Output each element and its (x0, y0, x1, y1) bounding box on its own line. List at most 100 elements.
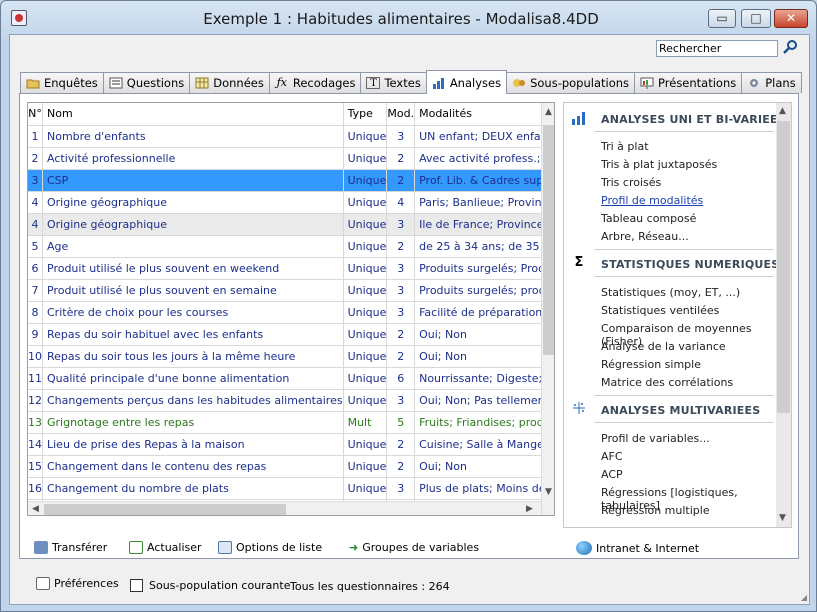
transfer-button[interactable]: Transférer (34, 541, 107, 554)
scroll-down-arrow[interactable]: ▼ (779, 513, 786, 523)
table-row[interactable]: 10 Repas du soir tous les jours à la même… (28, 345, 554, 368)
grid-horizontal-scrollbar[interactable]: ◀ ▶ (28, 501, 541, 515)
title-bar[interactable]: Exemple 1 : Habitudes alimentaires - Mod… (1, 1, 816, 35)
table-row[interactable]: 16 Changement du nombre de plats Unique 3 Pl… (28, 477, 554, 500)
column-header-type[interactable]: Type (343, 103, 388, 126)
analyse-variance-link[interactable]: Analyse de la variance (601, 340, 726, 353)
statistiques-ventilees-link[interactable]: Statistiques ventilées (601, 304, 719, 317)
row-mod: 5 (386, 411, 416, 434)
sidebar-scroll-thumb[interactable] (777, 121, 790, 413)
column-header-name[interactable]: Nom (42, 103, 344, 126)
sidebar-scrollbar[interactable]: ▲ ▼ (776, 103, 791, 527)
regression-multiple-link[interactable]: Régression multiple (601, 504, 710, 517)
close-button[interactable]: ✕ (774, 9, 808, 28)
tris-a-plat-juxtaposes-link[interactable]: Tris à plat juxtaposés (601, 158, 717, 171)
section-divider (594, 395, 774, 396)
row-type: Unique (343, 345, 388, 368)
row-modalites: Produits surgelés; Produ (414, 257, 554, 280)
tri-a-plat-link[interactable]: Tri à plat (601, 140, 649, 153)
questions-table: N° Nom Type Mod. Modalités 1 Nombre d'enf… (28, 103, 554, 515)
matrice-correlations-link[interactable]: Matrice des corrélations (601, 376, 733, 389)
column-header-modalites[interactable]: Modalités (414, 103, 554, 126)
scroll-up-arrow[interactable]: ▲ (779, 106, 786, 116)
text-icon: T (366, 77, 381, 89)
minimize-button[interactable]: ▭ (708, 9, 736, 28)
profil-de-variables-link[interactable]: Profil de variables... (601, 432, 710, 445)
scroll-right-arrow[interactable]: ▶ (526, 504, 533, 514)
table-row[interactable]: 9 Repas du soir habituel avec les enfants… (28, 323, 554, 346)
table-row[interactable]: 11 Qualité principale d'une bonne aliment… (28, 367, 554, 390)
scroll-up-arrow[interactable]: ▲ (545, 107, 552, 117)
table-row[interactable]: 1 Nombre d'enfants Unique 3 UN enfant; DEUX … (28, 125, 554, 148)
column-header-number[interactable]: N° (28, 103, 43, 126)
tab-recodages[interactable]: ƒx Recodages (268, 72, 362, 93)
table-row[interactable]: 12 Changements perçus dans les habitudes … (28, 389, 554, 412)
table-row[interactable]: 2 Activité professionnelle Unique 2 Avec act… (28, 147, 554, 170)
tab-sous-populations[interactable]: Sous-populations (506, 72, 636, 93)
row-modalites: Oui; Non; Pas tellement (414, 389, 554, 412)
afc-link[interactable]: AFC (601, 450, 623, 463)
table-row[interactable]: 15 Changement dans le contenu des repas Un… (28, 455, 554, 478)
grid-vertical-scroll-thumb[interactable] (543, 125, 554, 355)
table-row[interactable]: 4 Origine géographique Unique 3 Ile de Franc… (28, 213, 554, 236)
row-number: 14 (28, 433, 43, 456)
row-number: 6 (28, 257, 43, 280)
row-type: Unique (343, 301, 388, 324)
grid-horizontal-scroll-thumb[interactable] (44, 504, 286, 515)
row-name: CSP (42, 169, 344, 192)
tab-donnees[interactable]: Données (189, 72, 270, 93)
tableau-compose-link[interactable]: Tableau composé (601, 212, 696, 225)
maximize-button[interactable]: □ (741, 9, 771, 28)
variable-groups-button[interactable]: ➜ Groupes de variables (349, 541, 479, 554)
search-input[interactable]: Rechercher (656, 40, 778, 57)
row-number: 2 (28, 147, 43, 170)
table-row[interactable]: 5 Age Unique 2 de 25 à 34 ans; de 35 à (28, 235, 554, 258)
table-row[interactable]: 3 CSP Unique 2 Prof. Lib. & Cadres sup.; (28, 169, 554, 192)
row-mod: 3 (386, 389, 416, 412)
row-mod: 2 (386, 147, 416, 170)
row-number: 16 (28, 477, 43, 500)
table-row[interactable]: 6 Produit utilisé le plus souvent en week… (28, 257, 554, 280)
statistiques-link[interactable]: Statistiques (moy, ET, ...) (601, 286, 740, 299)
table-row[interactable]: 13 Grignotage entre les repas Mult 5 Fruits;… (28, 411, 554, 434)
row-number: 15 (28, 455, 43, 478)
row-name: Grignotage entre les repas (42, 411, 344, 434)
acp-link[interactable]: ACP (601, 468, 623, 481)
row-type: Unique (343, 125, 388, 148)
row-mod: 2 (386, 433, 416, 456)
tris-croises-link[interactable]: Tris croisés (601, 176, 661, 189)
row-name: Age (42, 235, 344, 258)
table-row[interactable]: 14 Lieu de prise des Repas à la maison Uni… (28, 433, 554, 456)
tab-plans[interactable]: Plans (741, 72, 802, 93)
globe-icon (576, 541, 592, 555)
tab-questions[interactable]: Questions (102, 72, 191, 93)
row-type: Unique (343, 455, 388, 478)
table-row[interactable]: 4 Origine géographique Unique 4 Paris; Banli… (28, 191, 554, 214)
table-row[interactable]: 8 Critère de choix pour les courses Unique… (28, 301, 554, 324)
refresh-button[interactable]: Actualiser (129, 541, 202, 554)
row-type: Unique (343, 257, 388, 280)
subpop-checkbox[interactable] (130, 579, 143, 592)
column-header-mod[interactable]: Mod. (386, 103, 416, 126)
tab-textes[interactable]: T Textes (360, 72, 427, 93)
row-number: 13 (28, 411, 43, 434)
resize-grip[interactable]: ◢ (801, 593, 807, 602)
arrow-right-icon: ➜ (349, 541, 359, 554)
preferences-button[interactable]: Préférences (36, 577, 119, 590)
tab-enquetes[interactable]: Enquêtes (20, 72, 104, 93)
grid-vertical-scrollbar[interactable]: ▲ ▼ (541, 103, 554, 515)
table-row[interactable]: 7 Produit utilisé le plus souvent en sema… (28, 279, 554, 302)
intranet-internet-button[interactable]: Intranet & Internet (576, 541, 699, 555)
search-icon[interactable] (782, 39, 798, 55)
profil-de-modalites-link[interactable]: Profil de modalités (601, 194, 703, 207)
subpop-icon (512, 77, 526, 89)
scroll-left-arrow[interactable]: ◀ (32, 504, 39, 514)
arbre-reseau-link[interactable]: Arbre, Réseau... (601, 230, 689, 243)
regression-simple-link[interactable]: Régression simple (601, 358, 701, 371)
row-type: Unique (343, 169, 388, 192)
tab-analyses[interactable]: Analyses (425, 70, 508, 94)
tab-presentations[interactable]: Présentations (634, 72, 743, 93)
list-options-button[interactable]: Options de liste (218, 541, 322, 554)
scroll-down-arrow[interactable]: ▼ (545, 487, 552, 497)
chart-icon (432, 77, 446, 89)
